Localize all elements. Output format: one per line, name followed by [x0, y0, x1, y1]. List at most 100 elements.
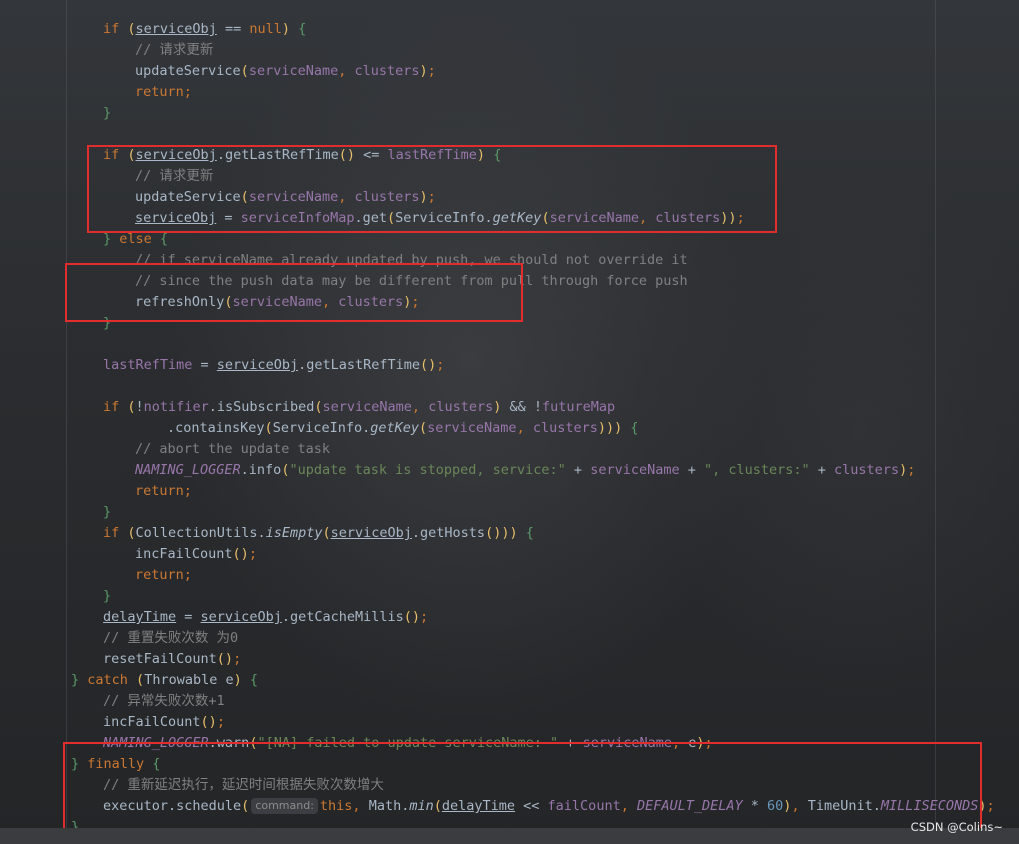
code-token: incFailCount [135, 546, 233, 562]
code-token: } [103, 231, 120, 247]
code-token: ! [135, 399, 144, 415]
code-token: () [232, 546, 249, 562]
code-line[interactable]: delayTime = serviceObj.getCacheMillis(); [0, 607, 1019, 628]
code-token: clusters [532, 420, 598, 436]
code-token: ) [419, 63, 428, 79]
code-token: ; [420, 609, 429, 625]
code-token: ( [127, 21, 136, 37]
code-line[interactable] [0, 124, 1019, 145]
code-token: , [411, 399, 429, 415]
code-token: serviceObj [216, 357, 299, 373]
code-line[interactable]: return; [0, 481, 1019, 502]
code-token: return; [135, 567, 192, 583]
code-token: ; [216, 714, 225, 730]
code-line[interactable]: if (CollectionUtils.isEmpty(serviceObj.g… [0, 523, 1019, 544]
code-token: .info [240, 462, 282, 478]
code-token: // 请求更新 [135, 42, 214, 58]
code-token: == [216, 21, 250, 37]
code-token: ())) [485, 525, 518, 541]
code-token: // 异常失败次数+1 [103, 693, 225, 709]
code-token: serviceName [322, 399, 412, 415]
code-token: + [679, 462, 704, 478]
code-token: ; [986, 798, 995, 814]
code-line[interactable]: incFailCount(); [0, 712, 1019, 733]
code-line[interactable]: // 异常失败次数+1 [0, 691, 1019, 712]
code-token: serviceName [248, 63, 339, 79]
code-line[interactable]: return; [0, 82, 1019, 103]
code-token: () [403, 609, 421, 625]
code-line[interactable]: .containsKey(ServiceInfo.getKey(serviceN… [0, 418, 1019, 439]
code-token: , [516, 420, 533, 436]
code-line[interactable] [0, 376, 1019, 397]
code-line[interactable]: if (serviceObj == null) { [0, 19, 1019, 40]
code-token: , [338, 63, 355, 79]
code-token: { [622, 420, 639, 436]
code-token: lastRefTime [103, 357, 193, 373]
code-line[interactable]: NAMING_LOGGER.info("update task is stopp… [0, 460, 1019, 481]
code-token: .getHosts [411, 525, 486, 541]
code-line[interactable]: if (!notifier.isSubscribed(serviceName, … [0, 397, 1019, 418]
code-line[interactable]: incFailCount(); [0, 544, 1019, 565]
code-token: + [809, 462, 835, 478]
code-token: () [216, 651, 234, 667]
code-token: ", clusters:" [703, 462, 810, 478]
code-token: ; [427, 63, 436, 79]
code-token: { [241, 672, 258, 688]
highlight-box-refresh-block [87, 145, 777, 233]
code-token: Throwable e [144, 672, 234, 688]
code-token: if [103, 399, 128, 415]
code-token: ( [314, 399, 323, 415]
code-token: clusters [428, 399, 494, 415]
code-token: } [103, 105, 112, 121]
code-line[interactable]: return; [0, 565, 1019, 586]
code-editor[interactable]: if (serviceObj == null) { // 请求更新 updateSe… [0, 19, 1019, 838]
code-token: ( [419, 420, 428, 436]
code-line[interactable]: resetFailCount(); [0, 649, 1019, 670]
code-token: updateService [135, 63, 241, 79]
code-token: if [103, 21, 128, 37]
code-token: ; [248, 546, 257, 562]
code-token: () [420, 357, 437, 373]
code-line[interactable]: } [0, 586, 1019, 607]
code-token: ) [281, 21, 290, 37]
code-token: serviceName [590, 462, 680, 478]
code-token: CollectionUtils. [135, 525, 266, 541]
code-token: ( [264, 420, 273, 436]
code-token: return; [135, 84, 192, 100]
code-token: if [103, 525, 128, 541]
code-token: .containsKey [167, 420, 265, 436]
code-line[interactable] [0, 334, 1019, 355]
horizontal-scrollbar[interactable] [0, 828, 1019, 844]
code-token: delayTime [103, 609, 177, 625]
code-token: incFailCount [103, 714, 201, 730]
code-line[interactable]: // 重置失败次数 为0 [0, 628, 1019, 649]
code-token: ) [233, 672, 242, 688]
highlight-box-finally-block [63, 742, 982, 842]
code-line[interactable]: } [0, 502, 1019, 523]
code-line[interactable]: // abort the update task [0, 439, 1019, 460]
code-line[interactable]: } catch (Throwable e) { [0, 670, 1019, 691]
code-token: = [176, 609, 201, 625]
code-token: serviceObj [200, 609, 282, 625]
code-token: // abort the update task [135, 441, 331, 457]
code-token: resetFailCount [103, 651, 217, 667]
code-token: ( [127, 399, 136, 415]
code-token: clusters [834, 462, 900, 478]
code-token: = [192, 357, 217, 373]
watermark: CSDN @Colins~ [910, 820, 1003, 834]
code-token: } [71, 672, 88, 688]
code-token: ( [127, 525, 136, 541]
code-token: serviceObj [135, 21, 217, 37]
code-token: serviceName [427, 420, 517, 436]
code-token: ServiceInfo. [272, 420, 371, 436]
code-token: catch [87, 672, 137, 688]
code-line[interactable]: updateService(serviceName, clusters); [0, 61, 1019, 82]
code-token: ))) [597, 420, 623, 436]
code-token: ; [907, 462, 916, 478]
code-line[interactable]: } [0, 103, 1019, 124]
code-line[interactable]: lastRefTime = serviceObj.getLastRefTime(… [0, 355, 1019, 376]
code-token: isEmpty [265, 525, 323, 541]
code-token: ( [240, 63, 249, 79]
code-line[interactable]: // 请求更新 [0, 40, 1019, 61]
code-token: getKey [370, 420, 420, 436]
